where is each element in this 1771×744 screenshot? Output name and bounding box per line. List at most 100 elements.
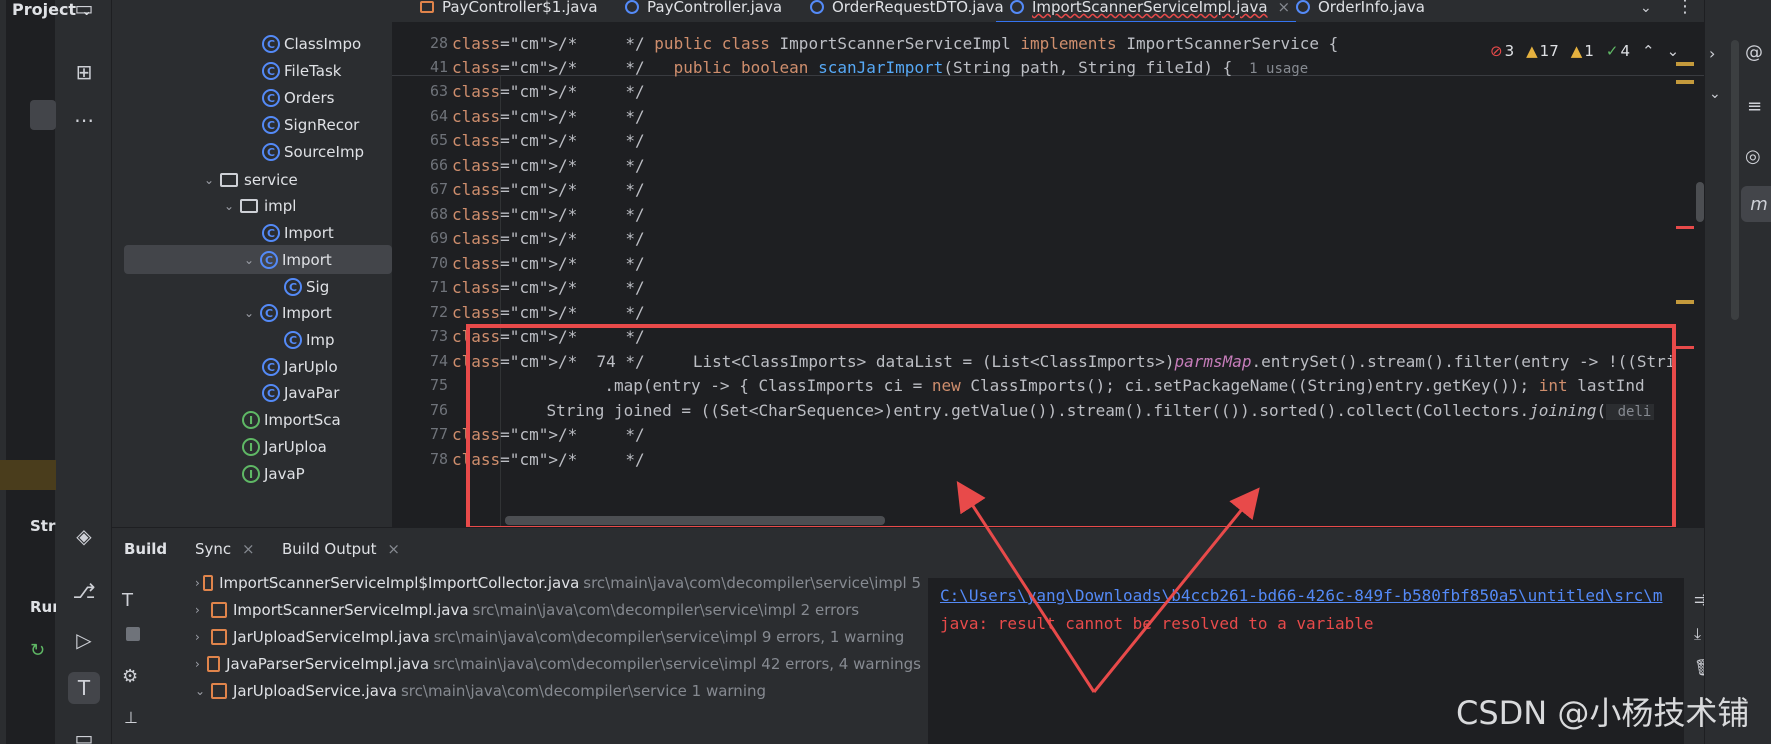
code-line: class="cm">/* */: [452, 302, 645, 322]
structure-icon[interactable]: ⊞: [68, 56, 100, 88]
project-title[interactable]: Project ⌄: [12, 0, 92, 20]
output-file-link[interactable]: C:\Users\yang\Downloads\b4ccb261-bd66-42…: [940, 586, 1684, 605]
project-tree-item[interactable]: ⌄ C Import: [244, 246, 332, 274]
editor-tab-label: OrderRequestDTO.java: [832, 0, 1004, 16]
chevron-right-icon[interactable]: ›: [195, 603, 211, 617]
rerun-icon[interactable]: ↻: [30, 640, 45, 661]
project-tree-item[interactable]: C SignRecor: [262, 111, 359, 139]
tab-more-icon[interactable]: ⋮: [1676, 0, 1694, 17]
terminal-icon[interactable]: ▭: [68, 722, 100, 744]
error-count: ⊘ 3: [1490, 42, 1515, 60]
class-icon: C: [262, 62, 280, 80]
usage-hint[interactable]: 1 usage: [1232, 61, 1308, 77]
vertical-scrollbar[interactable]: [1731, 40, 1739, 320]
close-icon[interactable]: ×: [242, 540, 255, 558]
code-line: class="cm">/* */: [452, 106, 645, 126]
chevron-down-icon[interactable]: ⌄: [1667, 42, 1680, 60]
chevron-down-icon[interactable]: ⌄: [195, 684, 211, 698]
bottom-tab-build-output[interactable]: Build Output ×: [282, 540, 400, 558]
database-icon[interactable]: ≡: [1747, 96, 1762, 117]
vcs-icon[interactable]: ⎇: [68, 575, 100, 607]
settings-icon[interactable]: ⚙: [122, 666, 138, 687]
build-error-row[interactable]: › JavaParserServiceImpl.java src\main\java…: [195, 650, 921, 678]
project-tree-item[interactable]: ⌄ service: [204, 166, 298, 194]
class-icon: C: [260, 304, 278, 322]
chevron-right-icon[interactable]: ›: [195, 576, 203, 590]
code-line: class="cm">/* */: [452, 278, 645, 297]
run-icon[interactable]: ▷: [68, 624, 100, 656]
bottom-tab-build[interactable]: Build: [124, 540, 167, 558]
more-icon[interactable]: ⋯: [68, 104, 100, 136]
class-icon: C: [260, 251, 278, 269]
project-tree-item-label: JavaP: [264, 465, 305, 483]
chevron-down-icon[interactable]: ⌄: [204, 173, 220, 187]
project-tree-item[interactable]: ⌄ C Import: [244, 299, 332, 327]
chevron-down-icon[interactable]: ⌄: [244, 253, 260, 267]
project-tree-item[interactable]: C JavaPar: [262, 379, 339, 407]
chevron-down-icon: ⌄: [81, 4, 92, 18]
editor-tab[interactable]: OrderInfo.java: [1296, 0, 1425, 18]
java-file-icon: [211, 629, 227, 645]
project-tree-item[interactable]: C FileTask: [262, 57, 341, 85]
build-error-row[interactable]: › ImportScannerServiceImpl.java src\main\j…: [195, 596, 859, 624]
maven-icon[interactable]: m: [1741, 186, 1771, 222]
project-tree-item[interactable]: C Imp: [284, 326, 335, 354]
line-number: 68: [429, 204, 448, 223]
stop-icon[interactable]: [126, 627, 140, 641]
build-file-name: JarUploadServiceImpl.java: [233, 628, 430, 646]
line-number: 28: [429, 34, 448, 52]
line-number: 77: [429, 425, 448, 443]
project-tree-item[interactable]: I JavaP: [242, 460, 305, 488]
chevron-right-icon[interactable]: ›: [1709, 44, 1715, 63]
java-file-icon: [203, 575, 214, 591]
chevron-down-icon[interactable]: ⌄: [224, 199, 240, 213]
project-tree-item[interactable]: C Sig: [284, 273, 329, 301]
class-icon: C: [284, 278, 302, 296]
editor-tab[interactable]: ImportScannerServiceImpl.java ×: [996, 0, 1297, 24]
build-icon[interactable]: T: [68, 672, 100, 704]
vertical-scrollbar[interactable]: [1696, 182, 1704, 222]
horizontal-scrollbar[interactable]: [505, 516, 885, 525]
build-file-path: src\main\java\com\decompiler\service\imp…: [433, 628, 905, 646]
project-tree-item[interactable]: C ClassImpo: [262, 30, 361, 58]
project-tree-item[interactable]: C Import: [262, 219, 334, 247]
line-number: 66: [429, 155, 448, 174]
project-tree-item[interactable]: I ImportSca: [242, 406, 341, 434]
chevron-down-icon[interactable]: ⌄: [244, 306, 260, 320]
editor-tab[interactable]: PayController$1.java: [420, 0, 598, 18]
editor-tab[interactable]: PayController.java: [625, 0, 782, 18]
editor-tab[interactable]: OrderRequestDTO.java: [810, 0, 1004, 18]
line-number: 69: [429, 229, 448, 247]
inspections-widget[interactable]: ⊘ 3 ▲ 17 ▲ 1 ✓ 4 ⌃ ⌄: [1490, 40, 1679, 62]
pin-icon[interactable]: ⊥: [124, 708, 138, 727]
scroll-to-end-icon[interactable]: ⤓: [1694, 624, 1701, 644]
project-tree-item[interactable]: I JarUploa: [242, 433, 327, 461]
project-tree-item[interactable]: C Orders: [262, 84, 334, 112]
interface-icon: I: [242, 438, 260, 456]
build-file-name: ImportScannerServiceImpl$ImportCollector…: [219, 574, 580, 592]
chevron-down-icon[interactable]: ⌄: [1709, 86, 1721, 102]
project-tree-item[interactable]: C JarUplo: [262, 353, 338, 381]
tab-overflow-icon[interactable]: ⌄: [1640, 0, 1652, 16]
error-stripe: [1676, 226, 1694, 229]
copilot-icon[interactable]: ◎: [1745, 146, 1761, 167]
build-error-row[interactable]: › JarUploadServiceImpl.java src\main\java\…: [195, 623, 904, 651]
chevron-right-icon[interactable]: ›: [195, 657, 207, 671]
close-icon[interactable]: ×: [387, 540, 400, 558]
highlight-box: [466, 324, 1676, 530]
build-error-row[interactable]: › ImportScannerServiceImpl$ImportCollecto…: [195, 569, 921, 597]
project-tree-item-label: Import: [282, 251, 332, 269]
code-line: class="cm">/* */: [452, 82, 645, 101]
class-icon: [810, 0, 824, 14]
build-hammer-icon[interactable]: T: [122, 590, 133, 611]
chevron-right-icon[interactable]: ›: [195, 630, 211, 644]
spiral-icon[interactable]: @: [1745, 42, 1763, 63]
build-error-row[interactable]: ⌄ JarUploadService.java src\main\java\com\…: [195, 677, 766, 705]
chevron-up-icon[interactable]: ⌃: [1642, 42, 1655, 60]
project-tree-item[interactable]: ⌄ impl: [224, 192, 296, 220]
bottom-tab-sync[interactable]: Sync ×: [195, 540, 255, 558]
editor-tab-label: PayController$1.java: [442, 0, 598, 16]
project-tree-item[interactable]: C SourceImp: [262, 138, 364, 166]
layers-icon[interactable]: ◈: [68, 520, 100, 552]
close-icon[interactable]: ×: [1278, 0, 1291, 16]
